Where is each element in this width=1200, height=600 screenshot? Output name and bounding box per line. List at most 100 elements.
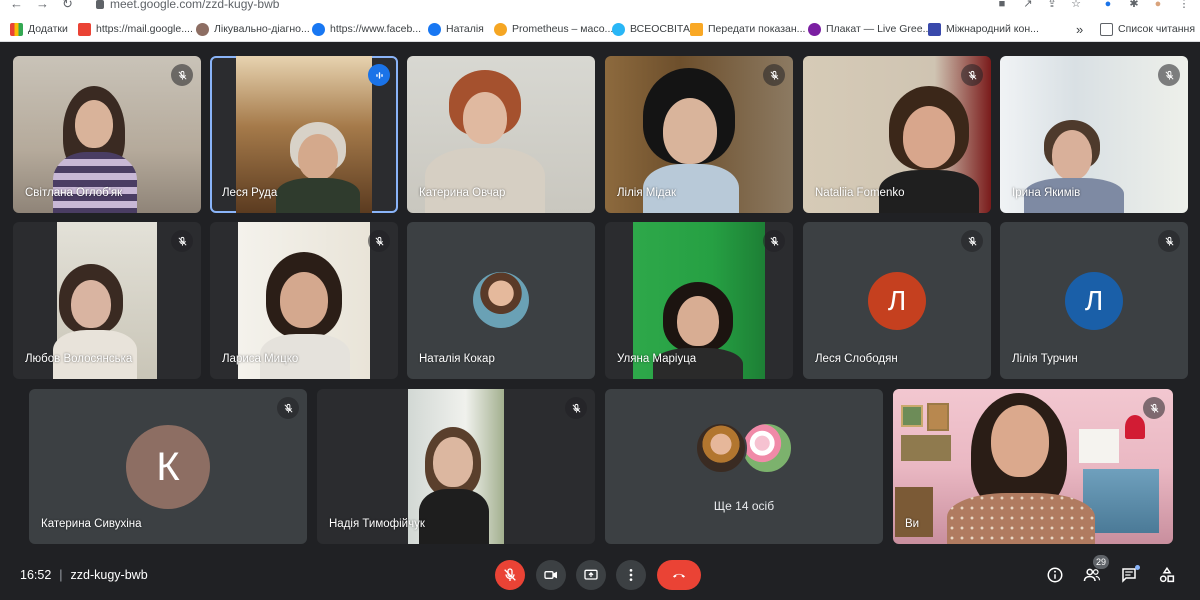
lock-icon[interactable]: [96, 0, 104, 9]
participants-count-badge: 29: [1093, 555, 1110, 569]
participant-name: Уляна Маріуца: [617, 353, 697, 365]
participant-tile[interactable]: Л Лілія Турчин: [1000, 222, 1188, 379]
meeting-code: zzd-kugy-bwb: [70, 568, 148, 582]
heart-icon: [196, 22, 209, 36]
bookmark-canva[interactable]: Плакат — Live Gree...: [808, 21, 931, 37]
open-external-icon[interactable]: ↗: [1022, 0, 1034, 10]
avatar-letter: Л: [887, 285, 907, 316]
puzzle-icon[interactable]: ✱: [1128, 0, 1140, 10]
bookmark-label: Передати показан...: [708, 23, 806, 35]
more-participants-tile[interactable]: Ще 14 осіб: [605, 389, 883, 544]
participant-name: Наталія Кокар: [419, 353, 495, 365]
participant-tile[interactable]: К Катерина Сивухіна: [29, 389, 307, 544]
bookmark-apps[interactable]: Додатки: [10, 21, 68, 37]
participant-name: Лариса Мицко: [222, 353, 299, 365]
bookmark-natalia[interactable]: Наталія: [428, 21, 484, 37]
participant-tile-speaking[interactable]: Леся Руда: [210, 56, 398, 213]
avatar-letter: К: [156, 444, 180, 489]
hang-up-icon: [673, 573, 685, 578]
bookmark-label: Лікувально-діагно...: [214, 23, 310, 35]
participant-tile[interactable]: Любов Волосянська: [13, 222, 201, 379]
camera-icon[interactable]: ■: [996, 0, 1008, 10]
camera-toggle-button[interactable]: [536, 560, 566, 590]
bookmark-label: Додатки: [28, 23, 68, 35]
participant-tile[interactable]: Катерина Овчар: [407, 56, 595, 213]
participant-name: Катерина Овчар: [419, 187, 506, 199]
participant-tile[interactable]: Наталія Кокар: [407, 222, 595, 379]
bookmark-medical[interactable]: Лікувально-діагно...: [196, 21, 310, 37]
participant-tile[interactable]: Лілія Мідак: [605, 56, 793, 213]
participant-tile[interactable]: Надія Тимофійчук: [317, 389, 595, 544]
heart-decoration: [1125, 415, 1145, 439]
extension-icon[interactable]: ●: [1102, 0, 1114, 10]
activities-icon: [1159, 566, 1175, 583]
muted-mic-icon: [368, 230, 390, 252]
participant-tile[interactable]: Уляна Маріуца: [605, 222, 793, 379]
wall-photos: [1079, 429, 1119, 463]
forward-icon[interactable]: →: [36, 0, 49, 11]
muted-mic-icon: [1158, 64, 1180, 86]
bookmark-facebook[interactable]: https://www.faceb...: [312, 21, 421, 37]
bookmark-104[interactable]: Передати показан...: [690, 21, 805, 37]
present-screen-button[interactable]: [576, 560, 606, 590]
bookmark-vseosvita[interactable]: ВСЕОСВІТА: [612, 21, 690, 37]
participant-tile[interactable]: Nataliia Fomenko: [803, 56, 991, 213]
prometheus-icon: [494, 22, 507, 36]
leave-call-button[interactable]: [657, 560, 701, 590]
participant-avatar: [741, 422, 793, 474]
bookmark-conference[interactable]: Міжнародний кон...: [928, 21, 1039, 37]
bookmark-label: https://www.faceb...: [330, 23, 422, 35]
more-bookmarks-button[interactable]: »: [1076, 21, 1083, 37]
facebook-icon: [428, 22, 441, 36]
star-icon[interactable]: ☆: [1070, 0, 1082, 10]
share-icon[interactable]: ⇪: [1046, 0, 1058, 10]
current-time: 16:52: [20, 568, 52, 582]
letter-avatar: К: [126, 425, 210, 509]
reading-list-label: Список читання: [1118, 23, 1196, 35]
conference-icon: [928, 22, 941, 36]
vseosvita-icon: [612, 22, 625, 36]
gmail-icon: [78, 22, 91, 36]
muted-mic-icon: [763, 64, 785, 86]
participant-name: Nataliia Fomenko: [815, 187, 905, 199]
participant-name: Леся Руда: [222, 187, 278, 199]
bookmark-label: ВСЕОСВІТА: [630, 23, 690, 35]
activities-button[interactable]: [1156, 564, 1178, 586]
self-view-tile[interactable]: Ви: [893, 389, 1173, 544]
meeting-details-button[interactable]: [1044, 564, 1066, 586]
microphone-toggle-button[interactable]: [495, 560, 525, 590]
bookmark-label: Плакат — Live Gree...: [826, 23, 932, 35]
bookmark-label: https://mail.google....: [96, 23, 193, 35]
apps-icon: [10, 22, 23, 36]
info-icon: [1047, 567, 1063, 583]
participant-name: Лілія Турчин: [1012, 353, 1078, 365]
reading-list-button[interactable]: Список читання: [1100, 21, 1195, 37]
canva-icon: [808, 22, 821, 36]
url-text[interactable]: meet.google.com/zzd-kugy-bwb: [110, 0, 279, 11]
participant-tile[interactable]: Лариса Мицко: [210, 222, 398, 379]
reload-icon[interactable]: ↻: [62, 0, 73, 12]
more-options-button[interactable]: [616, 560, 646, 590]
participant-name: Катерина Сивухіна: [41, 518, 142, 530]
participant-tile[interactable]: Світлана Оглоб'як: [13, 56, 201, 213]
menu-icon[interactable]: ⋮: [1178, 0, 1190, 10]
participant-tile[interactable]: Л Леся Слободян: [803, 222, 991, 379]
muted-mic-icon: [1158, 230, 1180, 252]
profile-avatar[interactable]: ●: [1152, 0, 1164, 10]
back-icon[interactable]: ←: [10, 0, 23, 11]
bookmark-gmail[interactable]: https://mail.google....: [78, 21, 193, 37]
video-camera-icon: [544, 571, 557, 579]
facebook-icon: [312, 22, 325, 36]
participant-name: Ви: [905, 518, 920, 530]
letter-avatar: Л: [868, 272, 926, 330]
bookmark-prometheus[interactable]: Prometheus – масо...: [494, 21, 613, 37]
chat-notification-dot: [1135, 565, 1140, 570]
participant-tile[interactable]: Ірина Якимів: [1000, 56, 1188, 213]
participant-name: Леся Слободян: [815, 353, 898, 365]
bookmark-label: Prometheus – масо...: [512, 23, 614, 35]
muted-mic-icon: [961, 64, 983, 86]
speaking-indicator-icon: [368, 64, 390, 86]
wall-picture: [901, 435, 951, 461]
muted-mic-icon: [277, 397, 299, 419]
muted-mic-icon: [565, 397, 587, 419]
